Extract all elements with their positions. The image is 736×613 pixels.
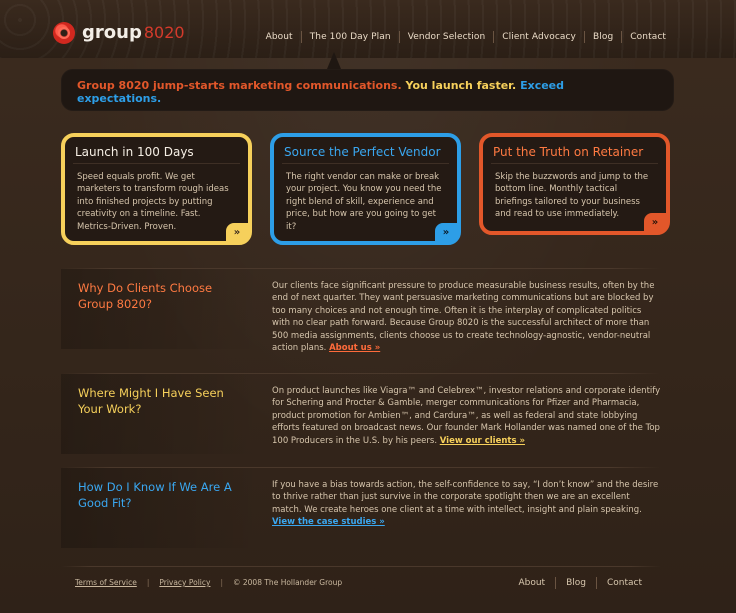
section-title: Why Do Clients Choose Group 8020? <box>78 281 213 311</box>
about-us-link[interactable]: About us » <box>329 343 380 353</box>
section-divider <box>61 268 661 269</box>
card-title: Source the Perfect Vendor <box>284 145 441 159</box>
card-body: The right vendor can make or break your … <box>286 172 442 232</box>
privacy-link[interactable]: Privacy Policy <box>159 578 210 587</box>
copyright: © 2008 The Hollander Group <box>233 578 343 587</box>
hero-text: Group 8020 jump-starts marketing communi… <box>77 79 637 105</box>
footer-contact[interactable]: Contact <box>597 578 652 588</box>
section-why-clients-choose: Why Do Clients Choose Group 8020? Our cl… <box>61 268 661 370</box>
card-divider <box>282 163 449 164</box>
footer-divider <box>61 566 661 567</box>
footer-about[interactable]: About <box>508 578 555 588</box>
nav-about[interactable]: About <box>258 32 301 42</box>
section-divider <box>61 467 661 468</box>
card-divider <box>491 163 658 164</box>
footer-separator: | <box>146 578 150 587</box>
logo-text: group 8020 <box>82 22 185 44</box>
section-where-seen: Where Might I Have Seen Your Work? On pr… <box>61 373 661 465</box>
card-more-button[interactable]: » <box>644 213 666 231</box>
card-more-button[interactable]: » <box>435 223 457 241</box>
hero-part-2: You launch faster. <box>405 79 517 92</box>
card-launch[interactable]: Launch in 100 Days Speed equals profit. … <box>61 133 252 245</box>
card-body: Skip the buzzwords and jump to the botto… <box>495 172 649 220</box>
card-body: Speed equals profit. We get marketers to… <box>77 172 229 232</box>
hero-notch <box>327 52 341 69</box>
nav-vendor-selection[interactable]: Vendor Selection <box>400 32 494 42</box>
section-body: If you have a bias towards action, the s… <box>272 479 661 529</box>
top-nav: About The 100 Day Plan Vendor Selection … <box>258 31 674 43</box>
card-more-button[interactable]: » <box>226 223 248 241</box>
logo-icon <box>53 22 75 44</box>
hero-banner: Group 8020 jump-starts marketing communi… <box>61 69 674 111</box>
page: group 8020 About The 100 Day Plan Vendor … <box>0 0 736 613</box>
logo-number: 8020 <box>143 23 185 42</box>
nav-blog[interactable]: Blog <box>585 32 621 42</box>
footer-left: Terms of Service | Privacy Policy | © 20… <box>75 578 342 587</box>
case-studies-link[interactable]: View the case studies » <box>272 517 385 527</box>
terms-link[interactable]: Terms of Service <box>75 578 137 587</box>
logo[interactable]: group 8020 <box>53 22 185 44</box>
footer-nav: About Blog Contact <box>508 577 652 589</box>
nav-contact[interactable]: Contact <box>622 32 674 42</box>
section-text: If you have a bias towards action, the s… <box>272 480 659 515</box>
section-divider <box>61 373 661 374</box>
hero-part-1: Group 8020 jump-starts marketing communi… <box>77 79 402 92</box>
section-body: On product launches like Viagra™ and Cel… <box>272 385 661 447</box>
card-title: Put the Truth on Retainer <box>493 145 644 159</box>
card-retainer[interactable]: Put the Truth on Retainer Skip the buzzw… <box>479 133 670 235</box>
footer-separator: | <box>220 578 223 587</box>
section-body: Our clients face significant pressure to… <box>272 280 661 354</box>
footer-blog[interactable]: Blog <box>556 578 596 588</box>
card-vendor[interactable]: Source the Perfect Vendor The right vend… <box>270 133 461 245</box>
card-title: Launch in 100 Days <box>75 145 194 159</box>
section-title: Where Might I Have Seen Your Work? <box>78 386 224 416</box>
view-clients-link[interactable]: View our clients » <box>440 436 525 446</box>
card-divider <box>73 163 240 164</box>
section-title: How Do I Know If We Are A Good Fit? <box>78 480 232 510</box>
nav-100-day-plan[interactable]: The 100 Day Plan <box>302 32 399 42</box>
nav-client-advocacy[interactable]: Client Advocacy <box>494 32 584 42</box>
section-good-fit: How Do I Know If We Are A Good Fit? If y… <box>61 467 661 548</box>
logo-brand: group <box>82 22 142 43</box>
